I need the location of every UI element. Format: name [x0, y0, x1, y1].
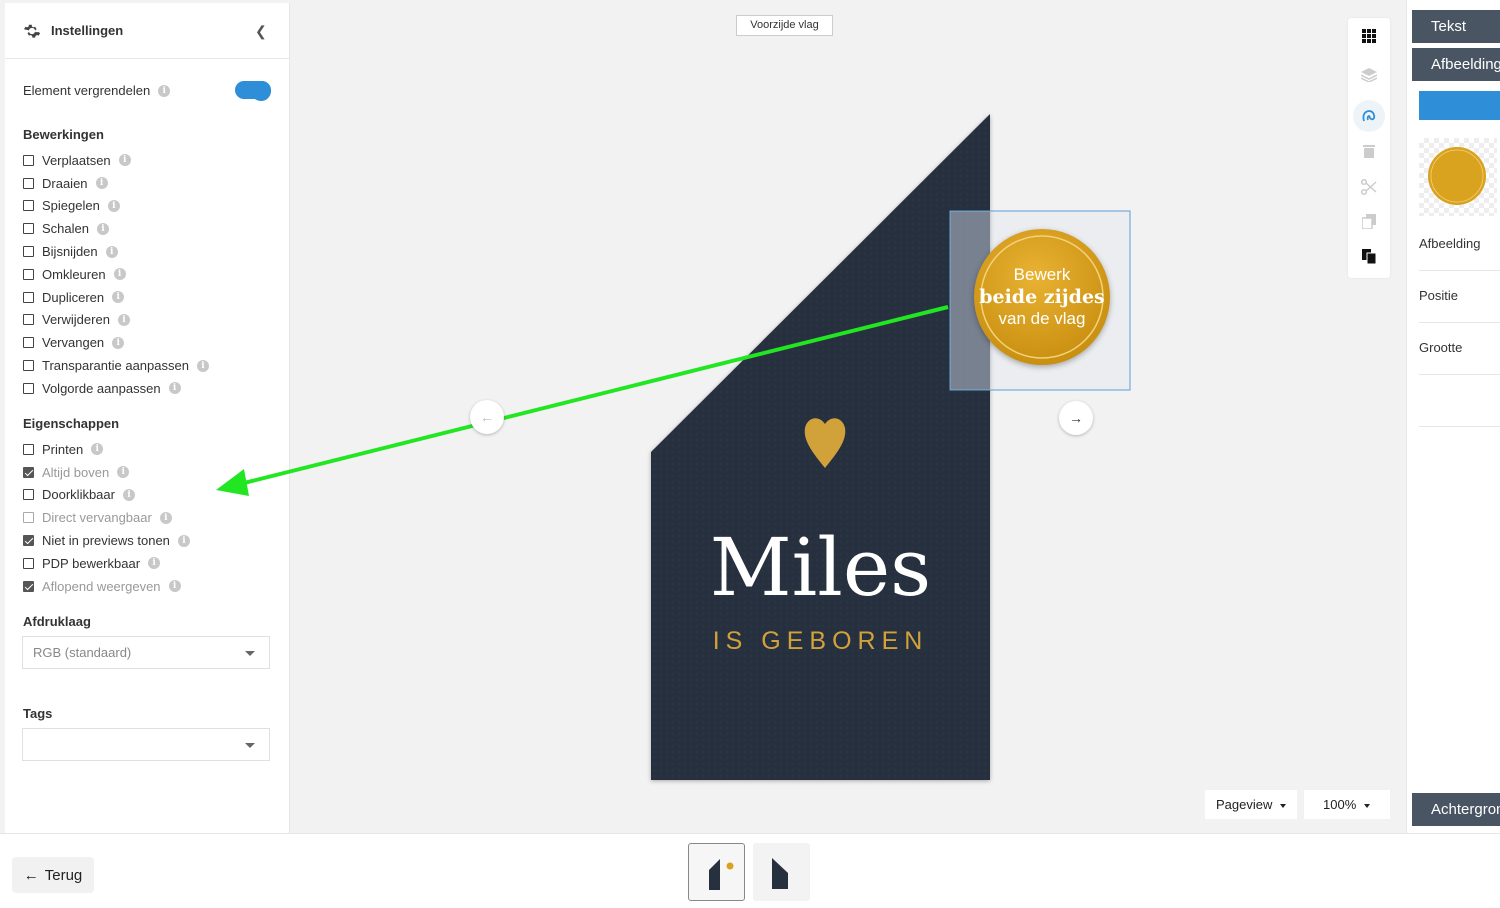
view-mode-value: Pageview	[1216, 797, 1273, 812]
background-tab[interactable]: Achtergrond	[1412, 793, 1500, 826]
rp-item-image[interactable]: Afbeelding	[1419, 236, 1500, 271]
grid-icon[interactable]	[1356, 23, 1382, 49]
prev-page-button[interactable]: ←	[470, 400, 504, 434]
arrow-left-icon: ←	[480, 409, 494, 425]
page-thumbnail-front[interactable]	[688, 843, 745, 901]
badge-line-2: beide zijdes	[979, 286, 1105, 308]
copy-icon[interactable]	[1356, 208, 1382, 234]
arrow-left-icon: ←	[23, 866, 39, 884]
back-label: Terug	[44, 866, 83, 884]
bottom-bar: ← Terug	[0, 833, 1500, 908]
page-thumbnail-back[interactable]	[753, 843, 810, 901]
image-thumbnail[interactable]	[1419, 138, 1497, 216]
next-page-button[interactable]: →	[1059, 401, 1093, 435]
tool-column	[1348, 18, 1390, 278]
paste-icon[interactable]	[1356, 243, 1382, 269]
view-mode-dropdown[interactable]: Pageview	[1205, 790, 1297, 819]
rp-item-size[interactable]: Grootte	[1419, 340, 1500, 375]
upload-image-button[interactable]	[1419, 91, 1500, 120]
card-subtitle: IS GEBOREN	[712, 627, 929, 655]
image-tab[interactable]: Afbeelding	[1412, 48, 1500, 81]
caret-down-icon	[1364, 803, 1371, 808]
text-tab[interactable]: Tekst	[1412, 10, 1500, 43]
caret-down-icon	[1280, 803, 1287, 808]
badge-line-3: van de vlag	[998, 309, 1086, 328]
badge-line-1: Bewerk	[1013, 265, 1071, 284]
card-title: Miles	[709, 521, 932, 614]
badge-text: Bewerk beide zijdes van de vlag	[974, 264, 1110, 330]
rp-item-position[interactable]: Positie	[1419, 288, 1500, 323]
back-button[interactable]: ← Terug	[12, 857, 94, 893]
arrow-right-icon: →	[1069, 410, 1083, 426]
zoom-value: 100%	[1323, 797, 1357, 812]
zoom-dropdown[interactable]: 100%	[1304, 790, 1390, 819]
right-panel: Tekst Afbeelding Afbeelding Positie Groo…	[1406, 0, 1500, 833]
trash-icon[interactable]	[1356, 138, 1382, 164]
rp-item-empty	[1419, 376, 1500, 427]
fingerprint-icon[interactable]	[1353, 100, 1385, 132]
scissors-icon[interactable]	[1356, 174, 1382, 200]
layers-icon[interactable]	[1356, 62, 1382, 88]
design-canvas	[216, 114, 1131, 780]
badge-thumbnail	[1428, 147, 1486, 205]
